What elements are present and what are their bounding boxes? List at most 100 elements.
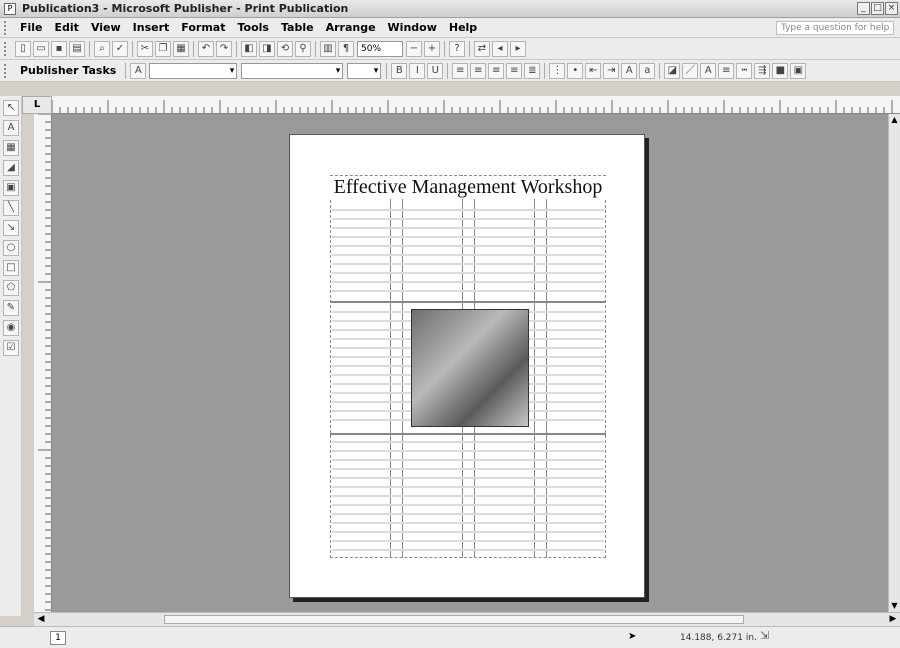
scroll-right-icon[interactable]: ▶ — [886, 613, 900, 626]
line-color-icon[interactable]: ／ — [682, 62, 699, 79]
menu-view[interactable]: View — [85, 21, 127, 34]
rectangle-icon[interactable]: □ — [3, 260, 19, 276]
decrease-indent-icon[interactable]: ⇤ — [585, 62, 602, 79]
underline-icon[interactable]: U — [427, 62, 444, 79]
workspace[interactable]: Effective Management Workshop — [52, 114, 888, 612]
align-left-icon[interactable]: ≡ — [452, 62, 469, 79]
hot-spot-icon[interactable]: ◉ — [3, 320, 19, 336]
design-gallery-icon[interactable]: ✎ — [3, 300, 19, 316]
print-icon[interactable]: ▤ — [69, 40, 85, 57]
special-characters-icon[interactable]: ¶ — [338, 40, 354, 57]
horizontal-ruler[interactable] — [22, 96, 900, 114]
font-select[interactable] — [241, 62, 344, 79]
autoshapes-icon[interactable]: ⬠ — [3, 280, 19, 296]
menu-window[interactable]: Window — [382, 21, 443, 34]
restore-button[interactable]: □ — [871, 2, 884, 15]
help-icon[interactable]: ? — [449, 40, 465, 57]
search-icon[interactable]: ⌕ — [94, 40, 110, 57]
insert-table-icon[interactable]: ▦ — [3, 140, 19, 156]
vertical-ruler[interactable] — [34, 114, 52, 612]
send-backward-icon[interactable]: ◨ — [259, 40, 275, 57]
publisher-app-icon[interactable]: P — [4, 2, 16, 15]
menu-table[interactable]: Table — [275, 21, 320, 34]
menu-help[interactable]: Help — [443, 21, 483, 34]
arrow-icon[interactable]: ↘ — [3, 220, 19, 236]
menu-edit[interactable]: Edit — [49, 21, 85, 34]
columns-icon[interactable]: ▥ — [320, 40, 336, 57]
horizontal-scroll-thumb[interactable] — [164, 615, 744, 624]
italic-icon[interactable]: I — [409, 62, 426, 79]
fill-color-icon[interactable]: ◪ — [664, 62, 681, 79]
horizontal-rule — [330, 433, 606, 435]
shadow-style-icon[interactable]: ■ — [772, 62, 789, 79]
scroll-down-icon[interactable]: ▼ — [889, 600, 900, 612]
zoom-in-icon[interactable]: + — [424, 40, 440, 57]
bring-forward-icon[interactable]: ◧ — [241, 40, 257, 57]
3d-style-icon[interactable]: ▣ — [790, 62, 807, 79]
scroll-left-icon[interactable]: ◀ — [34, 613, 48, 626]
page-navigation-button[interactable]: 1 — [50, 631, 66, 645]
font-color-icon[interactable]: A — [700, 62, 717, 79]
dash-style-icon[interactable]: ┅ — [736, 62, 753, 79]
justify-icon[interactable]: ≡ — [506, 62, 523, 79]
next-frame-icon[interactable]: ▸ — [510, 40, 526, 57]
toolbar-grip[interactable] — [4, 41, 8, 56]
help-search-input[interactable]: Type a question for help — [776, 21, 894, 35]
style-select[interactable] — [149, 62, 238, 79]
line-icon[interactable]: ╲ — [3, 200, 19, 216]
close-button[interactable]: × — [885, 2, 898, 15]
grow-font-icon[interactable]: A — [621, 62, 638, 79]
bold-icon[interactable]: B — [391, 62, 408, 79]
increase-indent-icon[interactable]: ⇥ — [603, 62, 620, 79]
previous-frame-icon[interactable]: ◂ — [492, 40, 508, 57]
body-text-frame[interactable] — [332, 209, 604, 299]
toolbar-grip[interactable] — [4, 63, 8, 78]
new-icon[interactable]: ▯ — [15, 40, 31, 57]
shrink-font-icon[interactable]: a — [639, 62, 656, 79]
publisher-tasks-button[interactable]: Publisher Tasks — [14, 64, 122, 77]
publication-page[interactable]: Effective Management Workshop — [289, 134, 645, 598]
style-icon[interactable]: A — [130, 62, 147, 79]
vertical-scrollbar[interactable]: ▲ ▼ — [888, 114, 900, 612]
menu-insert[interactable]: Insert — [127, 21, 176, 34]
form-control-icon[interactable]: ☑ — [3, 340, 19, 356]
insert-wordart-icon[interactable]: ◢ — [3, 160, 19, 176]
open-icon[interactable]: ▭ — [33, 40, 49, 57]
save-icon[interactable]: ▪ — [51, 40, 67, 57]
picture-frame-icon[interactable]: ▣ — [3, 180, 19, 196]
publication-headline[interactable]: Effective Management Workshop — [330, 176, 606, 199]
menu-format[interactable]: Format — [175, 21, 231, 34]
spelling-icon[interactable]: ✓ — [112, 40, 128, 57]
paste-icon[interactable]: ▦ — [173, 40, 189, 57]
bullets-icon[interactable]: • — [567, 62, 584, 79]
distribute-icon[interactable]: ≣ — [524, 62, 541, 79]
horizontal-scrollbar[interactable]: ◀ ▶ — [34, 612, 900, 626]
align-center-icon[interactable]: ≡ — [470, 62, 487, 79]
menu-tools[interactable]: Tools — [231, 21, 274, 34]
business-meeting-clipart[interactable] — [411, 309, 529, 427]
connect-text-icon[interactable]: ⇄ — [474, 40, 490, 57]
menu-arrange[interactable]: Arrange — [320, 21, 382, 34]
ruler-corner[interactable]: L — [22, 96, 52, 114]
body-text-frame[interactable] — [332, 441, 604, 558]
line-style-icon[interactable]: ≡ — [718, 62, 735, 79]
undo-icon[interactable]: ↶ — [198, 40, 214, 57]
menu-file[interactable]: File — [14, 21, 49, 34]
hyperlink-icon[interactable]: ⚲ — [295, 40, 311, 57]
minimize-button[interactable]: _ — [857, 2, 870, 15]
zoom-out-icon[interactable]: − — [406, 40, 422, 57]
menu-grip[interactable] — [4, 20, 8, 35]
select-objects-icon[interactable]: ↖ — [3, 100, 19, 116]
numbering-icon[interactable]: ⋮ — [549, 62, 566, 79]
rotate-icon[interactable]: ⟲ — [277, 40, 293, 57]
text-box-icon[interactable]: A — [3, 120, 19, 136]
redo-icon[interactable]: ↷ — [216, 40, 232, 57]
align-right-icon[interactable]: ≡ — [488, 62, 505, 79]
oval-icon[interactable]: ○ — [3, 240, 19, 256]
arrow-style-icon[interactable]: ⇶ — [754, 62, 771, 79]
font-size-select[interactable] — [347, 62, 382, 79]
zoom-select[interactable]: 50% — [357, 40, 403, 57]
copy-icon[interactable]: ❐ — [155, 40, 171, 57]
scroll-up-icon[interactable]: ▲ — [889, 114, 900, 126]
cut-icon[interactable]: ✂ — [137, 40, 153, 57]
